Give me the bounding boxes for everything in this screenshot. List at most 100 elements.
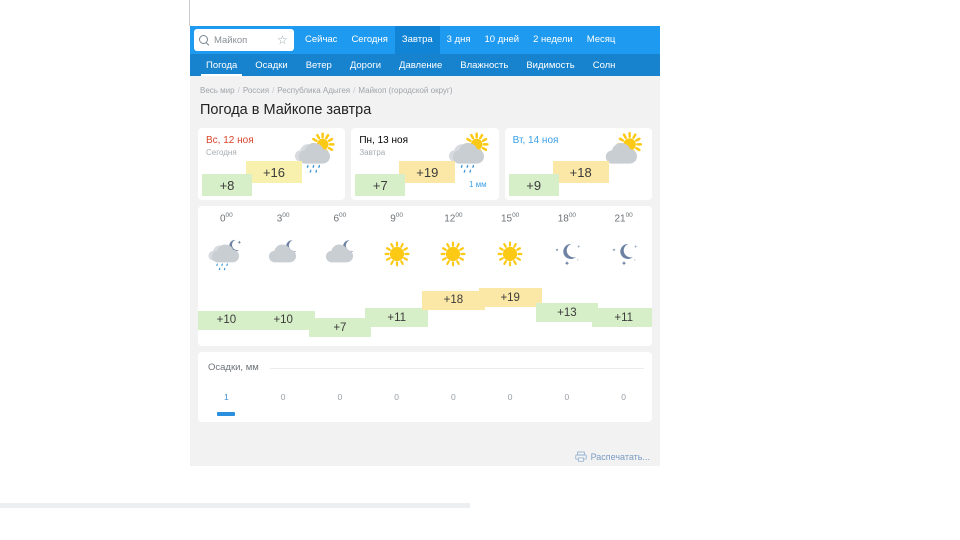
- precip-value-2: 0: [337, 392, 343, 402]
- temp-bar-2: +7: [308, 318, 372, 337]
- precip-value-1: 0: [280, 392, 286, 402]
- tab-6[interactable]: Месяц: [580, 26, 623, 54]
- hour-label-5: 1500: [500, 212, 520, 225]
- breadcrumb-item-2[interactable]: Республика Адыгея: [277, 86, 350, 95]
- page-title: Погода в Майкопе завтра: [200, 102, 372, 118]
- temp-bar-6: +13: [535, 303, 599, 322]
- screenshot-root: Майкоп ☆ Сейчас Сегодня Завтра 3 дня 10 дней…: [0, 0, 960, 540]
- tab-5[interactable]: 2 недели: [526, 26, 580, 54]
- temp-bar-4: +18: [422, 290, 485, 310]
- day-card-precip: 1 мм: [468, 180, 487, 189]
- day-card-day-temp: +19: [399, 161, 456, 183]
- day-card-0[interactable]: Вс, 12 ноя Сегодня +16 +8: [198, 128, 346, 200]
- hourly-forecast-card: 000 300 600 900 1200 1500 1800 2100 +10 +10 +7 +11…: [198, 206, 652, 346]
- tab-0[interactable]: Сейчас: [298, 26, 344, 54]
- day-card-night-temp: +7: [355, 174, 406, 196]
- subtab-4[interactable]: Давление: [390, 54, 451, 76]
- search-box[interactable]: Майкоп ☆: [194, 29, 294, 51]
- precip-cell-7: 0: [595, 392, 652, 418]
- subtab-2[interactable]: Ветер: [297, 54, 341, 76]
- precipitation-card: Осадки, мм 1 0 0 0 0 0 0 0: [198, 352, 652, 422]
- day-card-day-temp: +16: [246, 161, 302, 183]
- day-card-temps: +16 +8: [202, 158, 314, 196]
- day-card-date: Вс, 12 ноя: [206, 135, 254, 146]
- tab-3[interactable]: 3 дня: [440, 26, 478, 54]
- sun-icon-3: [368, 228, 425, 280]
- rain-night-cloud-icon-0: [198, 228, 255, 280]
- night-cloud-icon-2: [312, 228, 369, 280]
- precip-cell-5: 0: [482, 392, 539, 418]
- page-content: Весь мир / Россия / Республика Адыгея / Майкоп…: [190, 76, 660, 466]
- moon-stars-icon-7: [595, 228, 652, 280]
- hour-labels-row: 000 300 600 900 1200 1500 1800 2100: [198, 206, 652, 228]
- day-card-2[interactable]: Вт, 14 ноя +18 +9: [504, 128, 652, 200]
- precip-bar-0: [217, 412, 236, 416]
- day-card-subtitle: Сегодня: [206, 148, 237, 157]
- precip-value-4: 0: [451, 392, 456, 402]
- breadcrumb-item-1[interactable]: Россия: [243, 86, 269, 95]
- precip-cell-3: 0: [368, 392, 425, 418]
- search-input[interactable]: Майкоп: [214, 35, 277, 46]
- day-card-night-temp: +8: [202, 174, 252, 196]
- temp-bar-0: +10: [198, 310, 258, 330]
- subtab-7[interactable]: Солн: [584, 54, 625, 76]
- period-tabs: Сейчас Сегодня Завтра 3 дня 10 дней 2 недели М…: [298, 26, 622, 54]
- parameter-subnav: Погода Осадки Ветер Дороги Давление Влажность…: [190, 54, 660, 76]
- top-edge-artifact: [189, 0, 190, 26]
- precip-value-6: 0: [564, 392, 570, 402]
- hour-label-7: 2100: [614, 212, 633, 225]
- precipitation-rule: [270, 368, 644, 369]
- hour-icons-row: [198, 228, 652, 280]
- night-cloud-icon-1: [255, 228, 312, 280]
- hour-label-2: 600: [333, 212, 347, 225]
- print-label: Распечатать...: [590, 451, 650, 462]
- sun-icon-4: [425, 228, 482, 280]
- precip-cell-2: 0: [312, 392, 369, 418]
- hour-label-1: 300: [276, 212, 290, 225]
- precipitation-values-row: 1 0 0 0 0 0 0 0: [198, 392, 652, 418]
- day-cards: Вс, 12 ноя Сегодня +16 +8 Пн, 13 ноя Завтра 1 …: [198, 128, 652, 200]
- temp-bar-3: +11: [365, 308, 429, 327]
- day-card-subtitle: Завтра: [359, 148, 386, 157]
- subtab-3[interactable]: Дороги: [341, 54, 390, 76]
- precip-value-7: 0: [621, 392, 626, 402]
- sun-icon-5: [482, 228, 539, 280]
- day-card-night-temp: +9: [508, 174, 559, 196]
- breadcrumb-separator: /: [237, 86, 240, 95]
- favorite-star-icon[interactable]: ☆: [277, 34, 289, 46]
- tab-1[interactable]: Сегодня: [344, 26, 394, 54]
- temp-bar-1: +10: [251, 310, 315, 330]
- precip-value-3: 0: [394, 392, 399, 402]
- temperature-step-chart: +10 +10 +7 +11 +18 +19 +13 +11: [198, 282, 652, 340]
- precipitation-title: Осадки, мм: [208, 362, 259, 373]
- day-card-day-temp: +18: [552, 161, 609, 183]
- subtab-1[interactable]: Осадки: [246, 54, 296, 76]
- tab-4[interactable]: 10 дней: [478, 26, 527, 54]
- hour-label-0: 000: [219, 212, 233, 225]
- temp-bar-5: +19: [478, 288, 542, 307]
- breadcrumb-item-3[interactable]: Майкоп (городской округ): [358, 86, 452, 95]
- subtab-5[interactable]: Влажность: [451, 54, 517, 76]
- breadcrumb-item-0[interactable]: Весь мир: [200, 86, 235, 95]
- moon-stars-icon-6: [539, 228, 596, 280]
- subtab-0[interactable]: Погода: [197, 54, 246, 76]
- top-navbar: Майкоп ☆ Сейчас Сегодня Завтра 3 дня 10 дней…: [190, 26, 660, 54]
- day-card-temps: +18 +9: [508, 158, 621, 196]
- printer-icon: [574, 451, 587, 462]
- hour-label-3: 900: [390, 212, 404, 225]
- day-card-temps: +19 +7: [355, 158, 467, 196]
- temp-bar-7: +11: [592, 308, 652, 327]
- precip-cell-0: 1: [198, 392, 255, 418]
- day-card-date: Вт, 14 ноя: [512, 135, 559, 146]
- print-link[interactable]: Распечатать...: [574, 451, 650, 462]
- hour-label-6: 1800: [557, 212, 577, 225]
- precip-cell-1: 0: [255, 392, 312, 418]
- precip-cell-4: 0: [425, 392, 482, 418]
- day-card-1[interactable]: Пн, 13 ноя Завтра 1 мм +19 +7: [351, 128, 499, 200]
- precip-cell-6: 0: [539, 392, 596, 418]
- breadcrumb: Весь мир / Россия / Республика Адыгея / Майкоп…: [198, 76, 652, 95]
- subtab-6[interactable]: Видимость: [517, 54, 583, 76]
- precip-value-5: 0: [507, 392, 513, 402]
- bottom-divider: [0, 503, 470, 508]
- tab-2[interactable]: Завтра: [394, 26, 440, 54]
